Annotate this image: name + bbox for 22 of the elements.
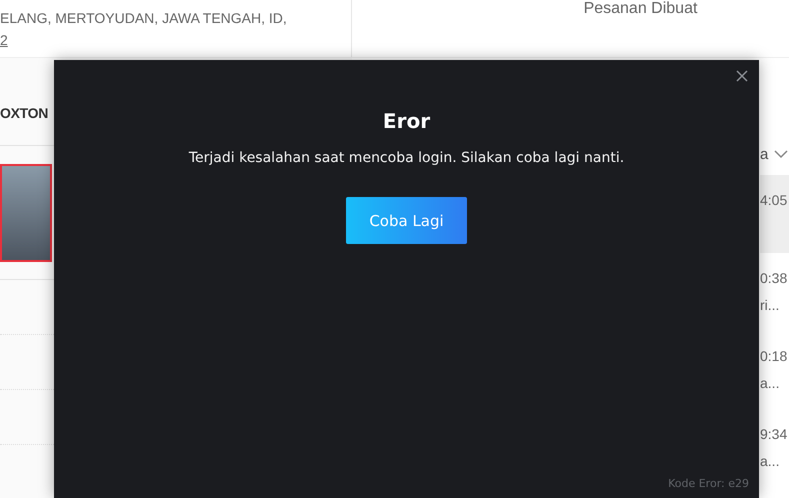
order-row[interactable]: 0:18 a... (760, 331, 789, 409)
sort-label[interactable]: a (760, 146, 768, 162)
chevron-down-icon[interactable] (774, 150, 788, 158)
close-icon[interactable] (736, 70, 748, 82)
error-message: Terjadi kesalahan saat mencoba login. Silakan coba lagi nanti. (188, 149, 624, 167)
error-code: Kode Eror: e29 (668, 477, 749, 490)
order-time: 0:18 (760, 347, 788, 366)
order-detail: ri... (760, 296, 780, 315)
address-text: ELANG, MERTOYUDAN, JAWA TENGAH, ID, (0, 9, 288, 28)
dialog-title: Eror (382, 109, 430, 133)
store-name: OXTON (0, 105, 50, 123)
address-link[interactable]: 2 (0, 29, 351, 51)
order-row[interactable]: 4:05 (760, 175, 789, 253)
order-row[interactable]: 9:34 a... (760, 409, 789, 487)
order-time: 9:34 (760, 425, 788, 444)
order-row[interactable]: 0:38 ri... (760, 253, 789, 331)
order-detail: a... (760, 452, 780, 471)
order-time: 0:38 (760, 269, 788, 288)
column-heading: Pesanan Dibuat (584, 0, 698, 19)
retry-button[interactable]: Coba Lagi (346, 197, 467, 244)
order-detail: a... (760, 374, 780, 393)
order-time: 4:05 (760, 191, 788, 210)
